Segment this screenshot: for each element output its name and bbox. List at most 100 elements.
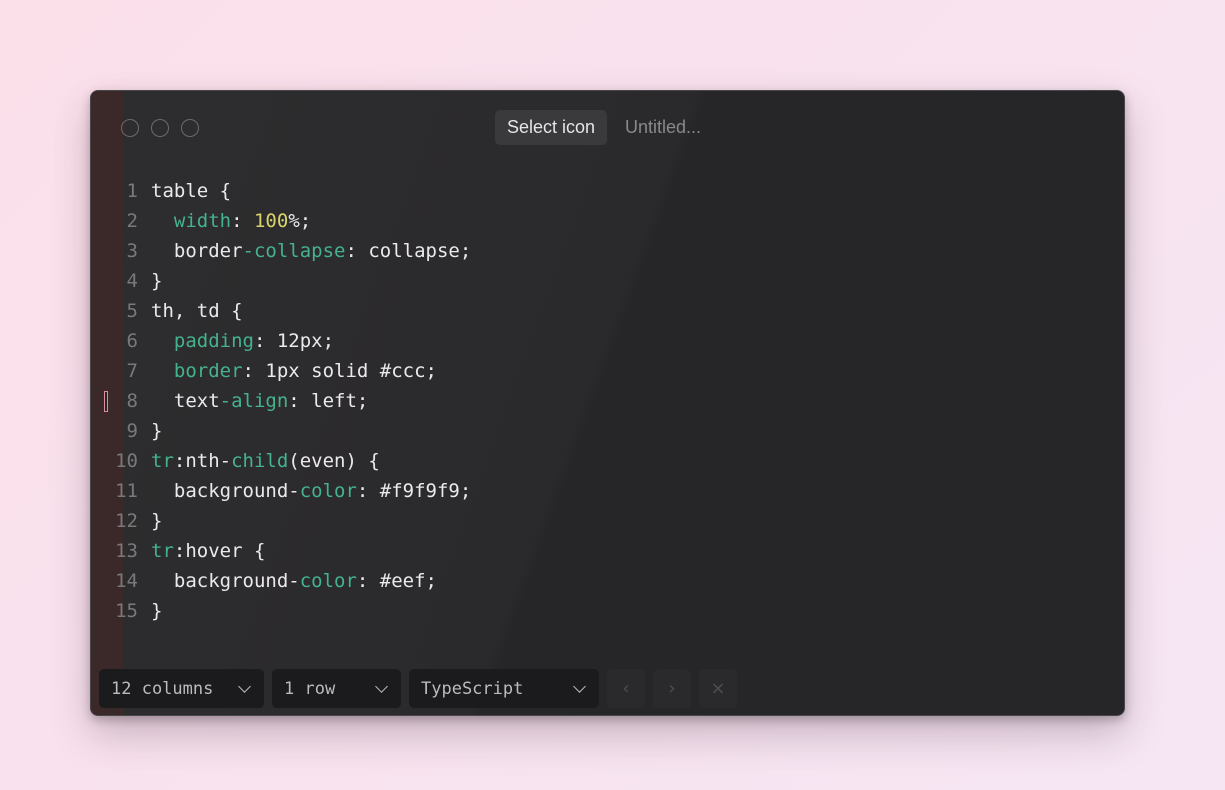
code-line[interactable]: 13 tr:hover {: [91, 536, 1124, 566]
line-number: 3: [126, 240, 138, 262]
chevron-down-icon: [238, 679, 251, 693]
line-number: 2: [126, 210, 138, 232]
language-select-value: TypeScript: [421, 678, 524, 699]
select-icon-button[interactable]: Select icon: [495, 110, 608, 145]
code-token-property: width: [173, 210, 232, 232]
rows-select[interactable]: 1 row: [272, 669, 401, 708]
code-token-property: padding: [173, 330, 254, 352]
code-line[interactable]: 9}: [91, 416, 1124, 446]
code-line[interactable]: 11 background-color: #f9f9f9;: [91, 476, 1124, 506]
code-text: table {: [151, 176, 231, 206]
code-token-number: 100: [253, 210, 289, 232]
code-token: : collapse;: [345, 240, 472, 262]
code-text: background-color: #eef;: [151, 566, 437, 596]
chevron-left-icon: ‹: [622, 678, 630, 699]
columns-select-value: 12 columns: [111, 678, 214, 699]
line-number: 13: [115, 540, 138, 562]
columns-select[interactable]: 12 columns: [99, 669, 264, 708]
line-number: 14: [115, 570, 138, 592]
language-select[interactable]: TypeScript: [409, 669, 599, 708]
editor-window: Select icon Untitled... 1 table { 2 width:…: [90, 90, 1125, 716]
previous-button[interactable]: ‹: [607, 669, 645, 708]
chevron-down-icon: [375, 679, 388, 693]
code-line[interactable]: 12}: [91, 506, 1124, 536]
code-line[interactable]: 4}: [91, 266, 1124, 296]
line-number: 5: [126, 300, 138, 322]
code-token: border: [151, 240, 243, 262]
code-token: : left;: [288, 390, 369, 412]
code-token-property: child: [231, 450, 289, 472]
code-token: %;: [288, 210, 312, 232]
code-text: padding: 12px;: [151, 326, 334, 356]
line-number: 11: [115, 480, 138, 502]
code-token-property: tr: [151, 540, 174, 562]
line-number: 8: [126, 390, 138, 412]
code-token: :nth-: [173, 450, 232, 472]
code-token: }: [151, 600, 163, 622]
code-token: (even) {: [288, 450, 380, 472]
code-token: }: [151, 420, 163, 442]
code-line[interactable]: 2 width: 100%;: [91, 206, 1124, 236]
code-line[interactable]: 8 text-align: left;: [91, 386, 1124, 416]
chevron-right-icon: ›: [668, 678, 676, 699]
code-text: }: [151, 596, 162, 626]
close-window-button[interactable]: [121, 119, 139, 137]
code-token: : #eef;: [356, 570, 437, 592]
close-icon: ×: [710, 678, 726, 699]
code-token: : #f9f9f9;: [356, 480, 472, 502]
code-text: border-collapse: collapse;: [151, 236, 471, 266]
rows-select-value: 1 row: [284, 678, 336, 699]
code-token: :hover {: [173, 540, 266, 562]
code-token-property: border: [173, 360, 243, 382]
code-text: tr:nth-child(even) {: [151, 446, 380, 476]
code-token: table {: [151, 180, 232, 202]
code-token: text: [151, 390, 220, 412]
next-button[interactable]: ›: [653, 669, 691, 708]
code-line[interactable]: 15}: [91, 596, 1124, 626]
code-line[interactable]: 1 table {: [91, 176, 1124, 206]
text-cursor: [104, 391, 108, 412]
minimize-window-button[interactable]: [151, 119, 169, 137]
code-text: text-align: left;: [151, 386, 368, 416]
line-number: 10: [115, 450, 138, 472]
close-button[interactable]: ×: [699, 669, 737, 708]
code-text: }: [151, 506, 162, 536]
titlebar: Select icon Untitled...: [91, 91, 1124, 163]
code-line[interactable]: 3 border-collapse: collapse;: [91, 236, 1124, 266]
line-number: 15: [115, 600, 138, 622]
code-token: }: [151, 510, 163, 532]
code-editor[interactable]: 1 table {2 width: 100%; 3 border-collapse:…: [91, 176, 1124, 626]
document-title[interactable]: Untitled...: [625, 110, 701, 145]
code-token: :: [231, 210, 254, 232]
code-line[interactable]: 7 border: 1px solid #ccc;: [91, 356, 1124, 386]
line-number: 12: [115, 510, 138, 532]
code-token: : 12px;: [253, 330, 335, 352]
code-text: }: [151, 266, 162, 296]
chevron-down-icon: [573, 679, 586, 693]
line-number: 7: [126, 360, 138, 382]
code-token-property: color: [299, 570, 357, 592]
code-token-property: -align: [219, 390, 289, 412]
line-number: 9: [126, 420, 138, 442]
code-line[interactable]: 10 tr:nth-child(even) {: [91, 446, 1124, 476]
line-number: 6: [126, 330, 138, 352]
code-token: }: [151, 270, 163, 292]
code-line[interactable]: 5 th, td {: [91, 296, 1124, 326]
code-text: tr:hover {: [151, 536, 265, 566]
code-text: }: [151, 416, 162, 446]
code-text: border: 1px solid #ccc;: [151, 356, 437, 386]
code-token-property: color: [299, 480, 357, 502]
code-token: th, td {: [151, 300, 243, 322]
code-text: width: 100%;: [151, 206, 311, 236]
code-token-property: -collapse: [242, 240, 346, 262]
line-number: 1: [126, 180, 138, 202]
code-token: : 1px solid #ccc;: [242, 360, 437, 382]
bottom-toolbar: 12 columns 1 row TypeScript ‹ › ×: [99, 669, 737, 708]
code-text: th, td {: [151, 296, 243, 326]
maximize-window-button[interactable]: [181, 119, 199, 137]
code-line[interactable]: 6 padding: 12px;: [91, 326, 1124, 356]
code-line[interactable]: 14 background-color: #eef;: [91, 566, 1124, 596]
